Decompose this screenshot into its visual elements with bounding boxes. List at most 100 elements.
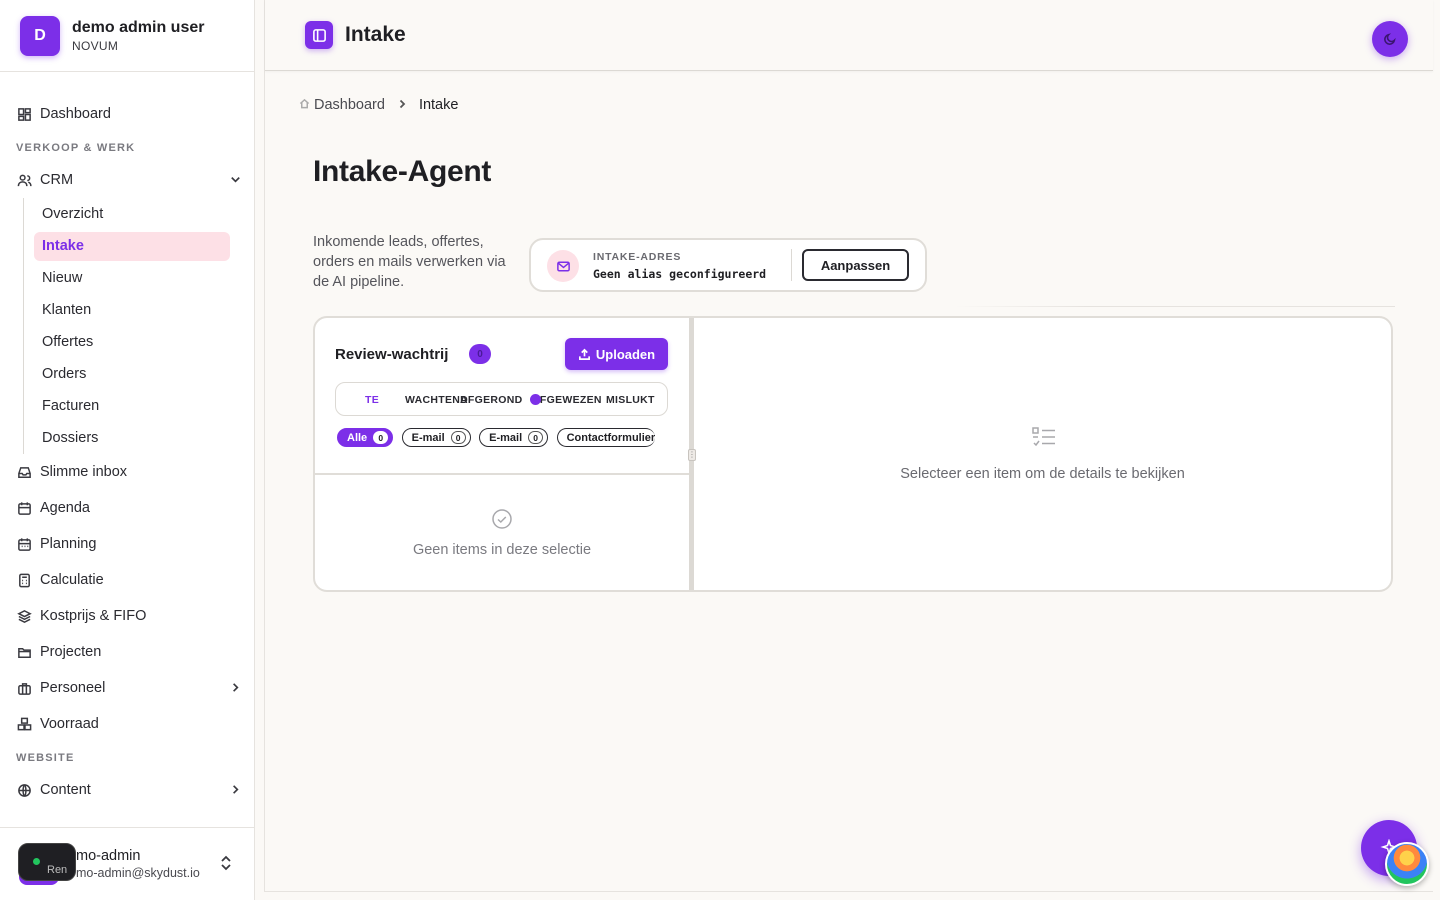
sidebar-item-planning[interactable]: Planning: [0, 526, 254, 562]
upload-button[interactable]: Uploaden: [565, 338, 668, 370]
sidebar-item-label: Planning: [40, 536, 97, 552]
chevron-right-icon[interactable]: [229, 783, 242, 800]
intake-address-label: INTAKE-ADRES: [593, 251, 682, 263]
page-description: Inkomende leads, offertes, orders en mai…: [313, 234, 506, 290]
detail-empty-text: Selecteer een item om de details te beki…: [900, 466, 1185, 482]
sidebar-item-intake[interactable]: Intake: [34, 231, 230, 261]
filter-chip-all[interactable]: Alle 0: [337, 428, 394, 447]
upload-button-label: Uploaden: [595, 346, 656, 362]
chevron-right-icon[interactable]: [229, 681, 242, 698]
sidebar-item-calculatie[interactable]: Calculatie: [0, 562, 254, 598]
sidebar-header[interactable]: D demo admin user NOVUM: [0, 0, 254, 72]
status-dot: [33, 858, 40, 865]
filter-chip-email-2[interactable]: E-mail 0: [479, 428, 549, 447]
inbox-icon: [16, 464, 32, 480]
sidebar-item-offertes[interactable]: Offertes: [34, 326, 254, 358]
dashboard-icon: [16, 106, 32, 122]
sidebar-item-label: Personeel: [40, 680, 106, 696]
sidebar-item-kostprijs-fifo[interactable]: Kostprijs & FIFO: [0, 598, 254, 634]
calculator-icon: [16, 572, 32, 588]
sidebar-item-label: Content: [40, 782, 91, 798]
filter-chip-contact-form[interactable]: Contactformulier: [556, 428, 656, 447]
folder-icon: [16, 644, 32, 660]
chevron-down-icon[interactable]: [229, 173, 242, 190]
chip-count: 0: [450, 431, 466, 444]
section-heading-website: WEBSITE: [16, 752, 75, 764]
list-checks-icon: [1031, 426, 1057, 453]
sidebar-item-label: Projecten: [40, 644, 102, 660]
sidebar-item-agenda[interactable]: Agenda: [0, 490, 254, 526]
chevron-right-icon: [397, 97, 407, 113]
chevrons-up-down-icon[interactable]: [219, 855, 233, 876]
footer-user-name: mo-admin: [76, 848, 141, 864]
page-header-title: Intake: [345, 23, 406, 46]
sidebar-item-label: Voorraad: [40, 716, 99, 732]
boxes-icon: [16, 716, 32, 732]
layers-icon: [16, 608, 32, 624]
tab-mislukt[interactable]: MISLUKT: [606, 394, 655, 406]
grip-icon[interactable]: ⋮: [688, 449, 696, 461]
review-queue-pane: Review-wachtrij 0 Uploaden TE WACHTEND A…: [315, 318, 689, 590]
organization-name: NOVUM: [72, 38, 119, 53]
sidebar-item-personeel[interactable]: Personeel: [0, 670, 254, 706]
empty-state-text: Geen items in deze selectie: [412, 542, 592, 558]
breadcrumb-dashboard[interactable]: Dashboard: [314, 97, 385, 113]
pane-divider: [315, 473, 689, 475]
tab-count-badge: [530, 394, 541, 405]
intake-address-card: INTAKE-ADRES Geen alias geconfigureerd A…: [529, 238, 927, 292]
home-icon: [299, 97, 314, 113]
sidebar-toggle-button[interactable]: [305, 21, 333, 49]
breadcrumb-current: Intake: [418, 97, 459, 113]
status-pill[interactable]: Ren: [18, 843, 76, 881]
chip-count: 0: [373, 431, 389, 444]
assistant-avatar[interactable]: [1385, 842, 1429, 886]
tab-wachtend[interactable]: WACHTEND: [405, 394, 468, 406]
sidebar-item-projecten[interactable]: Projecten: [0, 634, 254, 670]
user-info: demo admin user NOVUM: [72, 19, 204, 53]
breadcrumb: Dashboard Intake: [299, 97, 458, 113]
sidebar-nav: Dashboard VERKOOP & WERK CRM Overzicht I…: [0, 72, 254, 808]
status-pill-label: Ren: [47, 864, 68, 876]
sidebar-item-label: Kostprijs & FIFO: [40, 608, 147, 624]
chip-count: 0: [528, 431, 544, 444]
tab-te[interactable]: TE: [365, 394, 379, 406]
sidebar-item-dossiers[interactable]: Dossiers: [34, 422, 254, 454]
sidebar-item-nieuw[interactable]: Nieuw: [34, 262, 254, 294]
sidebar-item-crm[interactable]: CRM: [0, 162, 254, 198]
sidebar-item-content[interactable]: Content: [0, 772, 254, 808]
section-heading-sales: VERKOOP & WERK: [16, 142, 136, 154]
crm-submenu: Overzicht Intake Nieuw Klanten Offertes …: [23, 198, 254, 454]
review-queue-title: Review-wachtrij: [335, 346, 449, 363]
users-icon: [16, 172, 32, 188]
footer-user-email: mo-admin@skydust.io: [76, 866, 200, 880]
sidebar-item-voorraad[interactable]: Voorraad: [0, 706, 254, 742]
sidebar-item-overzicht[interactable]: Overzicht: [34, 198, 254, 230]
sidebar-item-orders[interactable]: Orders: [34, 358, 254, 390]
divider-line: [955, 306, 1395, 307]
main-area: Intake Dashboard Intake Intake-Agent Ink…: [264, 0, 1433, 892]
sidebar-item-label: Dashboard: [40, 106, 111, 122]
review-queue-count-badge: 0: [469, 344, 491, 364]
sidebar-item-label: Slimme inbox: [40, 464, 128, 480]
sidebar-item-label: Calculatie: [40, 572, 104, 588]
sidebar: D demo admin user NOVUM Dashboard VERKOO…: [0, 0, 255, 900]
divider: [791, 249, 792, 281]
tab-afgerond[interactable]: AFGEROND: [460, 394, 522, 406]
sidebar-footer[interactable]: Ren mo-admin mo-admin@skydust.io: [0, 827, 255, 900]
adjust-button[interactable]: Aanpassen: [802, 249, 909, 281]
sidebar-item-dashboard[interactable]: Dashboard: [0, 96, 254, 132]
theme-toggle-button[interactable]: [1372, 21, 1408, 57]
user-avatar: D: [20, 15, 60, 56]
calendar-icon: [16, 500, 32, 516]
page-title: Intake-Agent: [313, 155, 492, 188]
sidebar-item-label: CRM: [40, 172, 74, 188]
sidebar-item-klanten[interactable]: Klanten: [34, 294, 254, 326]
upload-icon: [578, 348, 590, 360]
tab-afgewezen[interactable]: AFGEWEZEN: [532, 394, 602, 406]
intake-panel: Review-wachtrij 0 Uploaden TE WACHTEND A…: [313, 316, 1393, 592]
sidebar-item-smart-inbox[interactable]: Slimme inbox: [0, 454, 254, 490]
sidebar-item-facturen[interactable]: Facturen: [34, 390, 254, 422]
filter-chip-email[interactable]: E-mail 0: [401, 428, 471, 447]
mail-icon: [547, 250, 579, 282]
top-bar: Intake: [265, 0, 1433, 71]
